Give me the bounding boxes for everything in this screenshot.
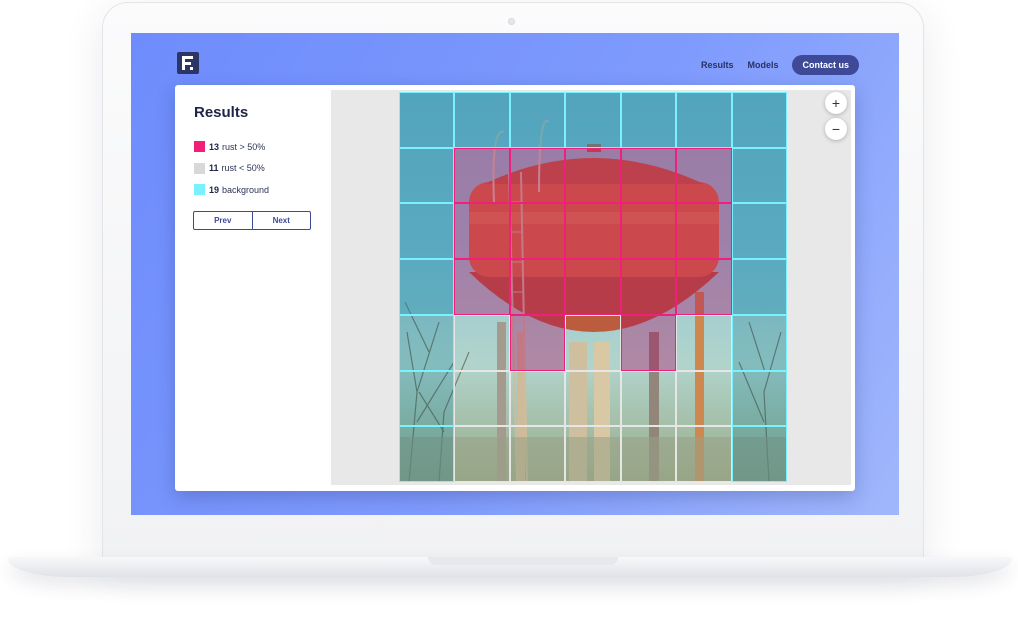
grid-cell-bg[interactable] [399, 426, 455, 482]
grid-cell-bg[interactable] [454, 92, 510, 148]
legend-count: 11 [209, 163, 219, 173]
grid-cell-bg[interactable] [565, 92, 621, 148]
grid-cell-rh[interactable] [676, 259, 732, 315]
grid-cell-rl[interactable] [565, 314, 621, 371]
nav-link-models[interactable]: Models [747, 60, 778, 70]
legend: 13 rust > 50% 11 rust < 50% 19 backgroun… [194, 141, 269, 206]
grid-cell-bg[interactable] [731, 370, 787, 427]
grid-cell-rl[interactable] [454, 370, 510, 427]
grid-cell-rl[interactable] [620, 370, 677, 427]
nav-link-results[interactable]: Results [701, 60, 734, 70]
legend-item-background: 19 background [194, 184, 269, 195]
grid-cell-rh[interactable] [620, 147, 677, 204]
grid-cell-rl[interactable] [565, 426, 621, 482]
legend-label: rust < 50% [221, 163, 265, 173]
grid-cell-rl[interactable] [509, 370, 566, 427]
grid-cell-rl[interactable] [454, 314, 510, 371]
brand-logo-icon[interactable] [177, 52, 199, 74]
grid-cell-rh[interactable] [620, 203, 677, 260]
grid-cell-rh[interactable] [509, 259, 566, 315]
zoom-out-icon: − [831, 121, 841, 137]
zoom-out-button[interactable]: − [825, 118, 847, 140]
legend-count: 13 [209, 141, 220, 152]
grid-cell-rh[interactable] [454, 147, 510, 204]
grid-cell-bg[interactable] [676, 92, 732, 148]
grid-cell-bg[interactable] [399, 92, 455, 148]
pager: Prev Next [193, 211, 311, 230]
legend-count: 19 [209, 184, 220, 195]
grid-cell-rl[interactable] [565, 370, 621, 427]
grid-cell-bg[interactable] [620, 92, 677, 148]
legend-label: rust > 50% [222, 141, 266, 152]
grid-cell-rh[interactable] [676, 203, 732, 260]
grid-cell-bg[interactable] [731, 426, 787, 482]
grid-cell-rh[interactable] [565, 259, 621, 315]
grid-cell-bg[interactable] [399, 259, 455, 315]
grid-cell-rl[interactable] [676, 370, 732, 427]
image-viewer[interactable]: + − [331, 90, 851, 485]
grid-cell-bg[interactable] [731, 147, 787, 204]
grid-cell-rh[interactable] [565, 147, 621, 204]
grid-cell-rl[interactable] [676, 314, 732, 371]
grid-cell-bg[interactable] [399, 370, 455, 427]
zoom-in-button[interactable]: + [825, 92, 847, 114]
zoom-in-icon: + [831, 95, 841, 111]
segmentation-grid [399, 92, 787, 482]
grid-cell-rh[interactable] [565, 203, 621, 260]
laptop-base [8, 557, 1012, 577]
legend-label: background [222, 184, 270, 195]
grid-cell-rl[interactable] [509, 426, 566, 482]
grid-cell-rh[interactable] [620, 259, 677, 315]
page-title: Results [194, 104, 249, 121]
grid-cell-rl[interactable] [620, 426, 677, 482]
legend-swatch [194, 162, 205, 174]
legend-item-rust-high: 13 rust > 50% [194, 141, 269, 152]
grid-cell-bg[interactable] [731, 314, 787, 371]
analyzed-photo[interactable] [399, 92, 787, 482]
grid-cell-bg[interactable] [731, 203, 787, 260]
grid-cell-bg[interactable] [399, 203, 455, 260]
grid-cell-rh[interactable] [509, 147, 566, 204]
results-card: Results 13 rust > 50% 11 rust < 50% 19 b… [175, 85, 855, 491]
prev-button[interactable]: Prev [194, 212, 252, 229]
camera-icon [508, 18, 515, 25]
screen: Results Models Contact us Results 13 rus… [131, 33, 899, 515]
laptop-notch [428, 557, 618, 565]
contact-us-button[interactable]: Contact us [792, 55, 859, 75]
grid-cell-bg[interactable] [731, 92, 787, 148]
grid-cell-bg[interactable] [509, 92, 566, 148]
legend-swatch [194, 141, 205, 152]
grid-cell-rh[interactable] [509, 203, 566, 260]
grid-cell-rh[interactable] [620, 314, 677, 371]
grid-cell-rl[interactable] [676, 426, 732, 482]
grid-cell-bg[interactable] [399, 147, 455, 204]
top-nav: Results Models Contact us [687, 55, 859, 75]
grid-cell-rh[interactable] [676, 147, 732, 204]
next-button[interactable]: Next [251, 212, 311, 229]
legend-item-rust-low: 11 rust < 50% [194, 162, 269, 174]
grid-cell-rh[interactable] [454, 203, 510, 260]
grid-cell-bg[interactable] [399, 314, 455, 371]
grid-cell-rl[interactable] [454, 426, 510, 482]
grid-cell-rh[interactable] [509, 314, 566, 371]
grid-cell-rh[interactable] [454, 259, 510, 315]
results-sidebar: Results 13 rust > 50% 11 rust < 50% 19 b… [175, 85, 331, 491]
grid-cell-bg[interactable] [731, 259, 787, 315]
legend-swatch [194, 184, 205, 195]
